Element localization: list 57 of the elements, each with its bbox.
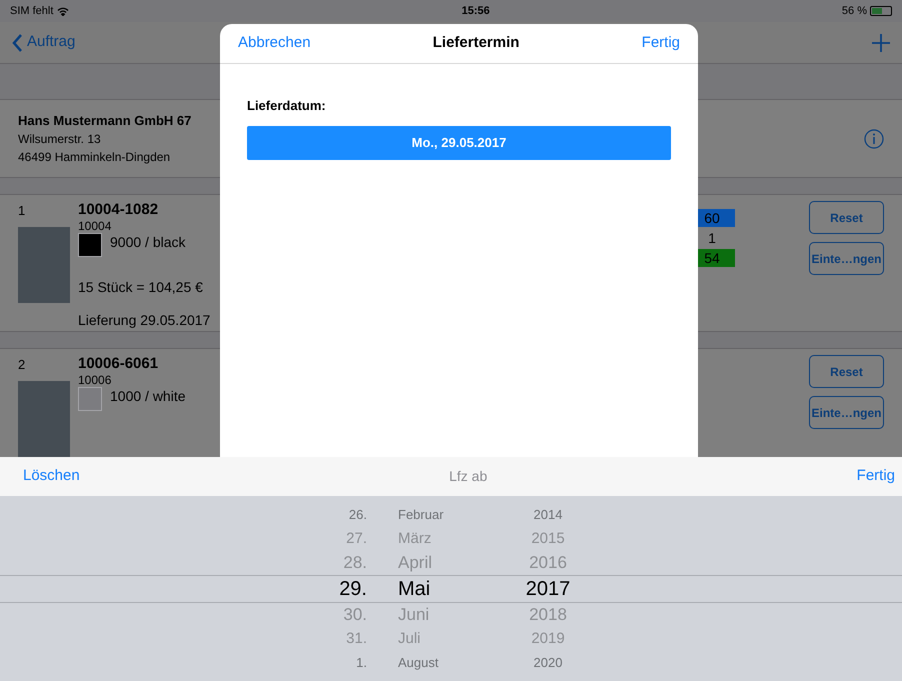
date-button[interactable]: Mo., 29.05.2017 bbox=[247, 126, 671, 160]
cancel-button[interactable]: Abbrechen bbox=[238, 32, 311, 55]
month-option[interactable]: Mai bbox=[398, 578, 508, 598]
month-option[interactable]: August bbox=[398, 656, 508, 669]
back-button[interactable]: Auftrag bbox=[12, 31, 76, 54]
done-button[interactable]: Fertig bbox=[642, 32, 680, 55]
month-option[interactable]: April bbox=[398, 554, 508, 571]
dialog-title: Liefertermin bbox=[432, 33, 520, 54]
carrier-label: SIM fehlt bbox=[10, 4, 54, 19]
year-option[interactable]: 2019 bbox=[508, 631, 588, 646]
article-number: 10004-1082 bbox=[78, 201, 160, 219]
plus-icon[interactable] bbox=[872, 34, 890, 52]
toolbar-title: Lfz ab bbox=[448, 467, 488, 486]
customer-street: Wilsumerstr. 13 bbox=[18, 131, 102, 148]
customer-city: 46499 Hamminkeln-Dingden bbox=[18, 149, 172, 166]
chevron-left-icon bbox=[12, 34, 23, 52]
day-option[interactable]: 28. bbox=[0, 554, 367, 571]
quantity-price: 15 Stück = 104,25 € bbox=[78, 278, 204, 297]
date-picker[interactable]: 26. Februar 2014 27. März 2015 28. April 2016 29. Mai 2017 30. Juni 2018 31. Juli 2019 1. August 2020 bbox=[0, 496, 902, 681]
row-number: 1 bbox=[18, 202, 26, 220]
year-option[interactable]: 2015 bbox=[508, 531, 588, 546]
article-code: 10004 bbox=[78, 219, 112, 233]
clock-time: 15:56 bbox=[460, 4, 491, 19]
year-option[interactable]: 2014 bbox=[508, 508, 588, 521]
year-option[interactable]: 2020 bbox=[508, 656, 588, 669]
row-number: 2 bbox=[18, 356, 26, 374]
day-option[interactable]: 31. bbox=[0, 631, 367, 646]
day-option[interactable]: 30. bbox=[0, 606, 367, 623]
outline-button[interactable]: Reset bbox=[809, 355, 884, 388]
variant-label: 1000 / white bbox=[110, 387, 186, 405]
delivery-date: Lieferung 29.05.2017 bbox=[78, 311, 210, 330]
outline-button[interactable]: Reset bbox=[809, 201, 884, 234]
wifi-icon bbox=[57, 6, 70, 16]
day-option[interactable]: 1. bbox=[0, 656, 367, 669]
stock-count: 1 bbox=[707, 229, 717, 247]
date-label: Lieferdatum: bbox=[247, 97, 327, 115]
outline-button[interactable]: Einte…ngen bbox=[809, 242, 884, 275]
battery-icon bbox=[870, 6, 892, 16]
article-number: 10006-6061 bbox=[78, 355, 160, 373]
battery-percent: 56 % bbox=[842, 4, 867, 19]
day-option[interactable]: 27. bbox=[0, 531, 367, 546]
article-code: 10006 bbox=[78, 373, 112, 387]
month-option[interactable]: Februar bbox=[398, 508, 508, 521]
year-option[interactable]: 2016 bbox=[508, 554, 588, 571]
year-option[interactable]: 2018 bbox=[508, 606, 588, 623]
month-option[interactable]: März bbox=[398, 531, 508, 546]
day-option[interactable]: 26. bbox=[0, 508, 367, 521]
day-option[interactable]: 29. bbox=[0, 578, 367, 598]
customer-name: Hans Mustermann GmbH 67 bbox=[18, 112, 192, 130]
info-icon[interactable] bbox=[864, 128, 884, 148]
month-option[interactable]: Juli bbox=[398, 631, 508, 646]
done-button[interactable]: Fertig bbox=[856, 465, 895, 488]
delete-button[interactable]: Löschen bbox=[23, 465, 80, 488]
year-option[interactable]: 2017 bbox=[508, 578, 588, 598]
variant-label: 9000 / black bbox=[110, 233, 186, 251]
outline-button[interactable]: Einte…ngen bbox=[809, 396, 884, 429]
month-option[interactable]: Juni bbox=[398, 606, 508, 623]
